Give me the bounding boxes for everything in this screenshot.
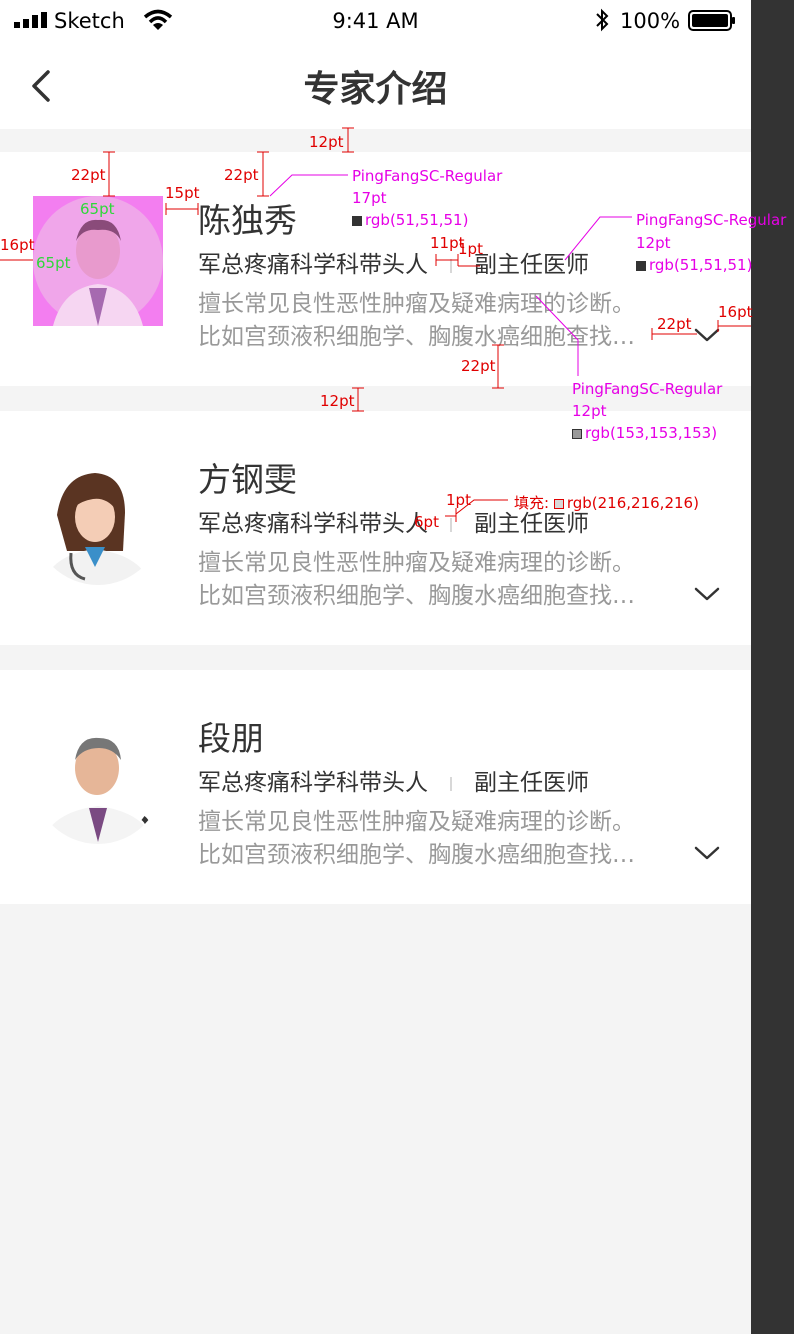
annotation-label: 22pt — [224, 166, 259, 184]
description-line: 比如宫颈液积细胞学、胸腹水癌细胞查找… — [198, 324, 635, 350]
separator — [450, 258, 452, 273]
separator — [450, 517, 452, 532]
expert-avatar — [33, 714, 163, 844]
description-line: 比如宫颈液积细胞学、胸腹水癌细胞查找… — [198, 842, 635, 868]
expert-department: 军总疼痛科学科带头人 — [198, 511, 428, 537]
description-line: 擅长常见良性恶性肿瘤及疑难病理的诊断。 — [198, 809, 635, 835]
description-line: 擅长常见良性恶性肿瘤及疑难病理的诊断。 — [198, 550, 635, 576]
expert-avatar — [33, 455, 163, 585]
annotation-label: PingFangSC-Regular — [572, 380, 723, 398]
expert-description: 擅长常见良性恶性肿瘤及疑难病理的诊断。 比如宫颈液积细胞学、胸腹水癌细胞查找… — [198, 288, 678, 354]
separator — [450, 776, 452, 791]
annotation-label: 12pt — [572, 402, 607, 420]
expert-description: 擅长常见良性恶性肿瘤及疑难病理的诊断。 比如宫颈液积细胞学、胸腹水癌细胞查找… — [198, 806, 678, 872]
chevron-down-icon[interactable] — [693, 585, 721, 603]
expert-title: 副主任医师 — [474, 252, 589, 278]
annotation-label: PingFangSC-Regular — [352, 167, 503, 185]
annotation-label: PingFangSC-Regular — [636, 211, 787, 229]
annotation-label: 22pt — [461, 357, 496, 375]
annotation-label: 12pt — [320, 392, 355, 410]
annotation-label: 6pt — [414, 513, 439, 531]
annotation-label: 22pt — [71, 166, 106, 184]
expert-card[interactable]: 段朋 军总疼痛科学科带头人 副主任医师 擅长常见良性恶性肿瘤及疑难病理的诊断。 比… — [0, 670, 751, 904]
expert-card[interactable]: 方钢雯 军总疼痛科学科带头人 副主任医师 擅长常见良性恶性肿瘤及疑难病理的诊断。 … — [0, 411, 751, 645]
page-title: 专家介绍 — [303, 69, 448, 110]
status-bar: Sketch 9:41 AM 100% — [0, 0, 751, 44]
annotation-label: 12pt — [636, 234, 671, 252]
expert-department: 军总疼痛科学科带头人 — [198, 770, 428, 796]
annotation-color: rgb(51,51,51) — [352, 211, 468, 229]
expert-title: 副主任医师 — [474, 511, 589, 537]
expert-department-row: 军总疼痛科学科带头人 副主任医师 — [198, 245, 589, 278]
expert-name: 段朋 — [198, 719, 264, 758]
chevron-down-icon[interactable] — [693, 844, 721, 862]
annotation-color: rgb(51,51,51) — [636, 256, 752, 274]
color-swatch — [636, 260, 646, 271]
nav-bar: 专家介绍 — [0, 44, 751, 129]
annotation-label: 22pt — [657, 315, 692, 333]
annotation-label: 15pt — [165, 184, 200, 202]
expert-description: 擅长常见良性恶性肿瘤及疑难病理的诊断。 比如宫颈液积细胞学、胸腹水癌细胞查找… — [198, 547, 678, 613]
chevron-down-icon[interactable] — [693, 326, 721, 344]
battery-icon — [688, 10, 735, 31]
annotation-label: 17pt — [352, 189, 387, 207]
description-line: 比如宫颈液积细胞学、胸腹水癌细胞查找… — [198, 583, 635, 609]
annotation-label: rgb(51,51,51) — [365, 211, 469, 229]
annotation-label: 16pt — [0, 236, 35, 254]
annotation-label: 1pt — [446, 491, 471, 509]
annotation-label: 16pt — [718, 303, 753, 321]
annotation-label: rgb(216,216,216) — [566, 494, 699, 512]
expert-name: 方钢雯 — [198, 460, 297, 499]
expert-title: 副主任医师 — [474, 770, 589, 796]
annotation-fill: 填充: rgb(216,216,216) — [514, 494, 699, 512]
expert-name: 陈独秀 — [198, 201, 297, 240]
annotation-label: 1pt — [458, 240, 483, 258]
bluetooth-icon — [596, 8, 609, 32]
annotation-label: rgb(51,51,51) — [649, 256, 753, 274]
color-swatch — [553, 498, 564, 509]
annotation-label: 65pt — [80, 200, 115, 218]
annotation-label: rgb(153,153,153) — [585, 424, 718, 442]
color-swatch — [352, 215, 362, 226]
annotation-label: 65pt — [36, 254, 71, 272]
annotation-color: rgb(153,153,153) — [572, 424, 717, 442]
color-swatch — [572, 428, 582, 439]
annotation-label: 填充: — [514, 494, 550, 512]
expert-department: 军总疼痛科学科带头人 — [198, 252, 428, 278]
battery-percentage: 100% — [620, 9, 681, 33]
expert-department-row: 军总疼痛科学科带头人 副主任医师 — [198, 763, 589, 796]
description-line: 擅长常见良性恶性肿瘤及疑难病理的诊断。 — [198, 291, 635, 317]
annotation-label: 12pt — [309, 133, 344, 151]
